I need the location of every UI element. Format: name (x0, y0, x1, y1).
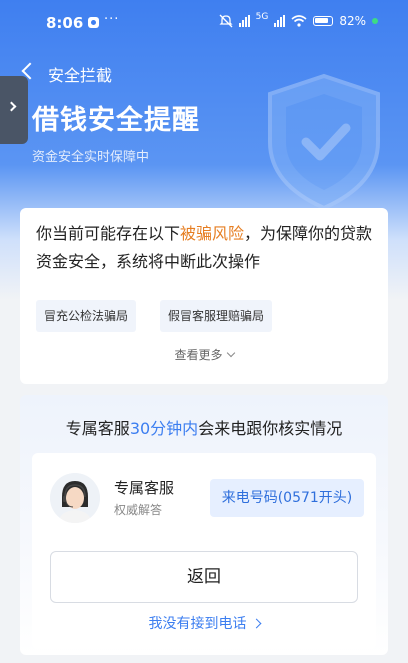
agent-name: 专属客服 (114, 479, 175, 497)
chevron-right-icon (251, 618, 261, 629)
agent-avatar (50, 473, 100, 523)
no-call-label: 我没有接到电话 (148, 616, 247, 632)
more-notifications-icon: ··· (104, 12, 120, 27)
floating-side-tab[interactable] (0, 76, 28, 144)
warning-text-before: 你当前可能存在以下 (36, 224, 181, 243)
battery-icon (313, 16, 334, 26)
charging-icon (372, 18, 378, 24)
headline-highlight: 30分钟内 (129, 419, 199, 438)
page-subtitle: 资金安全实时保障中 (32, 150, 150, 165)
wifi-icon (291, 15, 307, 27)
network-type: 5G (255, 12, 269, 22)
battery-level: 82% (339, 14, 366, 28)
risk-highlight: 被骗风险 (180, 224, 245, 243)
status-bar: 8:06 ··· 5G 82% (0, 0, 408, 40)
agent-role: 权威解答 (114, 503, 163, 517)
nav-title: 安全拦截 (48, 66, 113, 85)
risk-warning-card: 你当前可能存在以下被骗风险，为保障你的贷款资金安全，系统将中断此次操作 冒充公检… (20, 208, 388, 384)
agent-portrait-icon (50, 473, 100, 523)
see-more-label: 查看更多 (174, 348, 223, 362)
signal-icon (238, 15, 250, 27)
headline-after: 会来电跟你核实情况 (198, 419, 343, 438)
chevron-down-icon (226, 348, 235, 358)
service-panel: 专属客服 权威解答 来电号码(0571开头) 返回 我没有接到电话 (32, 453, 376, 649)
risk-tag-1[interactable]: 冒充公检法骗局 (36, 300, 137, 332)
shield-icon (268, 73, 380, 211)
page-title: 借钱安全提醒 (32, 105, 200, 136)
risk-warning-text: 你当前可能存在以下被骗风险，为保障你的贷款资金安全，系统将中断此次操作 (36, 220, 376, 276)
signal-icon-2 (274, 15, 286, 27)
headline-before: 专属客服 (65, 419, 130, 438)
status-time: 8:06 (46, 14, 84, 32)
chevron-right-icon (6, 101, 17, 112)
app-notification-icon (88, 17, 99, 28)
customer-service-card: 专属客服30分钟内会来电跟你核实情况 专属客服 权威解答 来电号码(0571开头… (20, 395, 388, 655)
nav-bar: 安全拦截 (0, 56, 300, 86)
risk-tag-2[interactable]: 假冒客服理赔骗局 (160, 300, 273, 332)
status-indicators: 5G 82% (219, 12, 378, 28)
see-more-link[interactable]: 查看更多 (20, 346, 388, 363)
service-headline: 专属客服30分钟内会来电跟你核实情况 (20, 415, 388, 439)
mute-icon (219, 14, 233, 28)
no-call-link[interactable]: 我没有接到电话 (32, 613, 376, 633)
incoming-number-badge: 来电号码(0571开头) (210, 479, 364, 517)
return-button[interactable]: 返回 (50, 551, 358, 603)
